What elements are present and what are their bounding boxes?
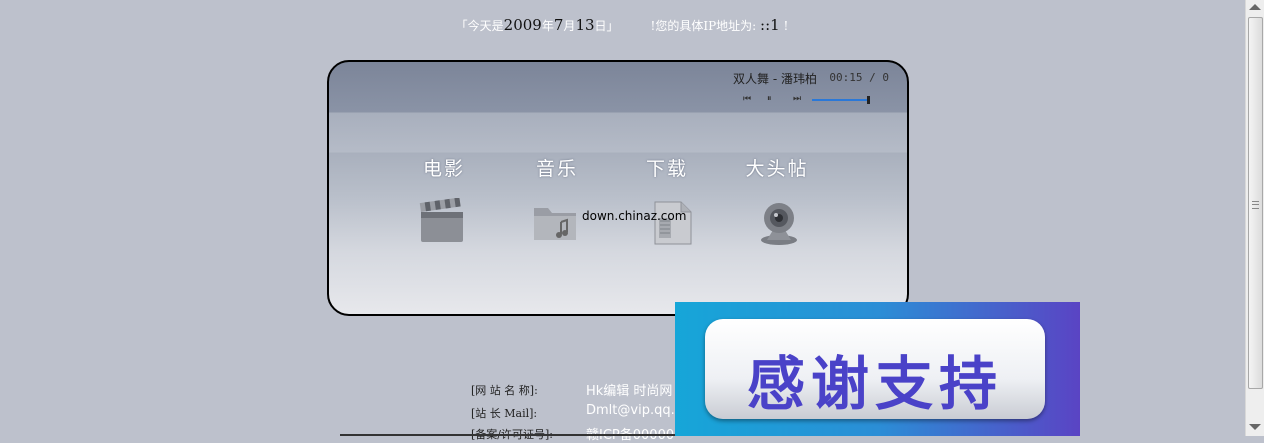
webcam-icon[interactable]	[755, 198, 803, 246]
ip-suffix: !	[779, 19, 789, 33]
footer-site-name: [网 站 名 称]: Hk编辑 时尚网	[471, 382, 672, 399]
nav-label-music[interactable]: 音乐	[517, 154, 597, 181]
watermark-text: down.chinaz.com	[582, 209, 687, 223]
footer-mail: [站 长 Mail]: Dmlt@vip.qq.com	[471, 403, 702, 421]
nav-label-photo[interactable]: 大头帖	[737, 154, 817, 181]
grip-icon	[1252, 201, 1259, 209]
date-suffix: 日」	[594, 19, 619, 33]
track-title: 双人舞 - 潘玮柏	[733, 72, 817, 86]
music-player-panel: 双人舞 - 潘玮柏 00:15 / 0 ⏮ ⏸ ⏭ 电影 音乐 下载 大头帖	[327, 60, 909, 316]
scroll-down-arrow-icon[interactable]	[1249, 424, 1261, 430]
scroll-thumb[interactable]	[1248, 17, 1263, 389]
ip-value: ::1	[760, 16, 780, 34]
year-unit: 年	[541, 19, 554, 33]
date-prefix: 「今天是	[455, 19, 504, 33]
site-name-label: [网 站 名 称]:	[471, 384, 538, 397]
nav-label-download[interactable]: 下载	[627, 154, 707, 181]
previous-track-button[interactable]: ⏮	[743, 94, 751, 104]
site-name-value: Hk编辑 时尚网	[586, 384, 673, 399]
music-folder-icon[interactable]	[531, 198, 579, 246]
year: 2009	[503, 16, 542, 34]
month-unit: 月	[563, 19, 576, 33]
date-ip-header: 「今天是2009年7月13日」 !您的具体IP地址为: ::1 !	[0, 16, 1244, 34]
mail-label: [站 长 Mail]:	[471, 407, 538, 420]
next-track-button[interactable]: ⏭	[793, 94, 801, 104]
thanks-banner[interactable]: 感谢支持	[675, 302, 1080, 436]
banner-panel: 感谢支持	[705, 319, 1045, 419]
clapperboard-icon[interactable]	[418, 198, 466, 246]
vertical-scrollbar[interactable]	[1245, 0, 1264, 436]
pause-button[interactable]: ⏸	[767, 94, 772, 104]
nav-label-movie[interactable]: 电影	[404, 154, 484, 181]
ip-label: !您的具体IP地址为:	[650, 19, 761, 33]
track-time: 00:15 / 0	[829, 71, 889, 84]
banner-text: 感谢支持	[746, 350, 1003, 418]
progress-bar[interactable]	[812, 96, 870, 104]
month: 7	[553, 16, 564, 34]
scroll-up-arrow-icon[interactable]	[1249, 4, 1261, 10]
day: 13	[575, 16, 595, 34]
progress-handle[interactable]	[867, 96, 870, 104]
